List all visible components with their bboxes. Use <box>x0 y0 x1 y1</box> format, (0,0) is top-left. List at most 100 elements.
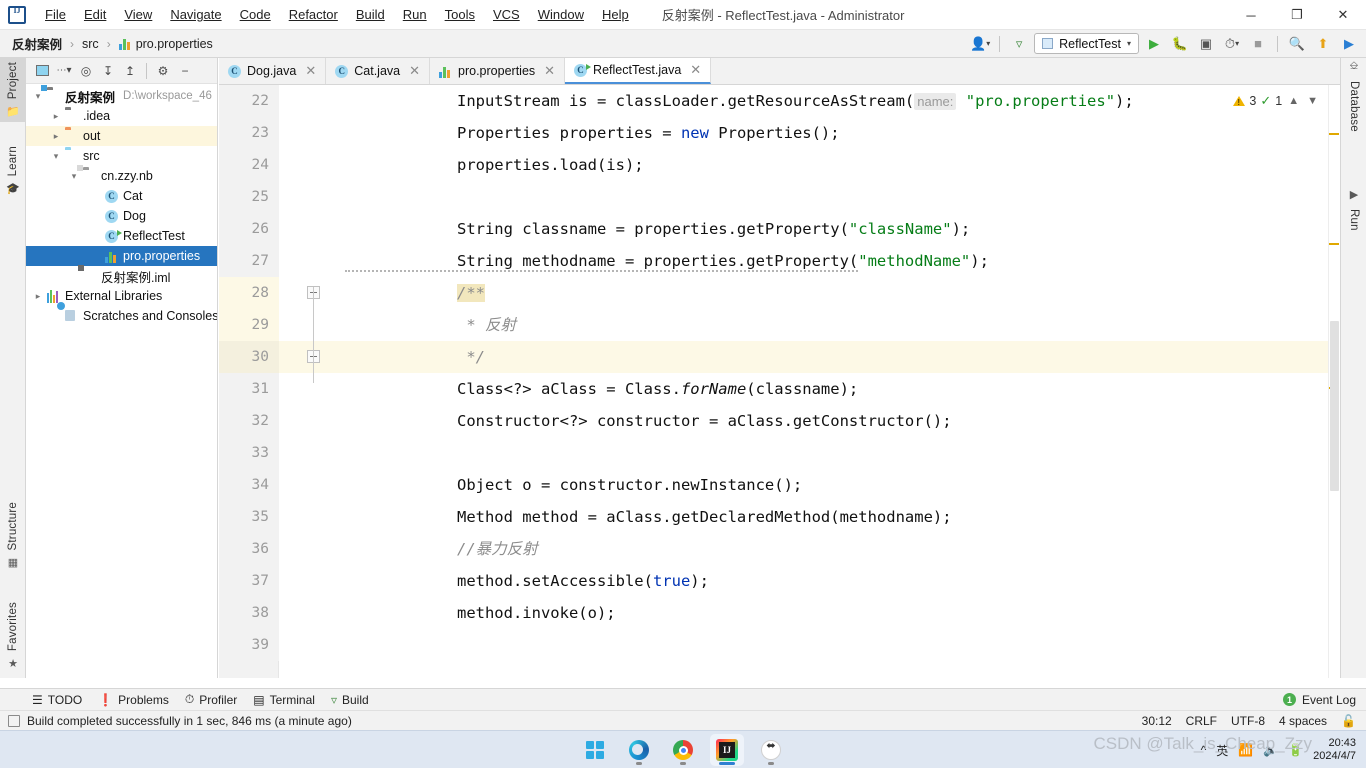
warning-marker[interactable] <box>1329 133 1339 135</box>
menu-navigate[interactable]: Navigate <box>161 3 230 26</box>
chevron-right-icon[interactable]: ▸ <box>50 131 62 142</box>
settings-gear-icon[interactable]: ⚙ <box>153 61 173 81</box>
menu-edit[interactable]: Edit <box>75 3 115 26</box>
close-icon[interactable]: ✕ <box>305 63 316 79</box>
code-line[interactable]: 37 method.setAccessible(true); <box>219 565 1340 597</box>
file-encoding[interactable]: UTF-8 <box>1231 714 1265 728</box>
tab-pro-properties[interactable]: pro.properties ✕ <box>430 58 566 84</box>
intellij-idea-icon[interactable] <box>710 734 744 766</box>
chevron-up-tray-icon[interactable]: ^ <box>1201 743 1207 757</box>
close-icon[interactable]: ✕ <box>544 63 555 79</box>
menu-refactor[interactable]: Refactor <box>280 3 347 26</box>
breadcrumb-file[interactable]: pro.properties <box>115 35 217 53</box>
sidebar-item-database[interactable]: ⎒ Database <box>1341 58 1366 136</box>
status-message-area[interactable]: Build completed successfully in 1 sec, 8… <box>8 714 352 728</box>
code-line[interactable]: 31 Class<?> aClass = Class.forName(class… <box>219 373 1340 405</box>
tab-dog-java[interactable]: C Dog.java ✕ <box>219 58 327 84</box>
code-line[interactable]: 22 InputStream is = classLoader.getResou… <box>219 85 1340 117</box>
sidebar-item-favorites[interactable]: Favorites ★ <box>0 598 26 674</box>
wifi-icon[interactable]: 📶 <box>1238 743 1253 757</box>
menu-run[interactable]: Run <box>394 3 436 26</box>
chevron-down-icon[interactable]: ▼ <box>1305 95 1320 107</box>
collapse-all-icon[interactable]: ↥ <box>120 61 140 81</box>
debug-icon[interactable]: 🐛 <box>1169 33 1191 55</box>
tool-window-todo[interactable]: ☰ TODO <box>32 693 82 707</box>
warning-marker[interactable] <box>1329 243 1339 245</box>
run-with-coverage-icon[interactable]: ▣ <box>1195 33 1217 55</box>
editor-scrollbar-thumb[interactable] <box>1330 321 1339 491</box>
tree-node-reflecttest[interactable]: ▸ C ReflectTest <box>26 226 217 246</box>
menu-build[interactable]: Build <box>347 3 394 26</box>
fold-marker[interactable] <box>307 350 322 365</box>
menu-file[interactable]: File <box>36 3 75 26</box>
network-tool-icon[interactable] <box>754 734 788 766</box>
tab-cat-java[interactable]: C Cat.java ✕ <box>326 58 431 84</box>
menu-vcs[interactable]: VCS <box>484 3 529 26</box>
inspection-widget[interactable]: 3 ✓ 1 ▲ ▼ <box>1229 91 1324 111</box>
sidebar-item-learn[interactable]: Learn 🎓 <box>0 142 26 199</box>
start-windows-icon[interactable] <box>578 734 612 766</box>
code-line[interactable]: 23 Properties properties = new Propertie… <box>219 117 1340 149</box>
code-line-current[interactable]: 30 */ <box>219 341 1340 373</box>
tree-node-package[interactable]: ▾ cn.zzy.nb <box>26 164 217 186</box>
tree-node-cat[interactable]: ▸ C Cat <box>26 186 217 206</box>
unlocked-padlock-icon[interactable]: 🔓 <box>1341 714 1356 728</box>
run-configuration-selector[interactable]: ReflectTest ▾ <box>1034 33 1139 54</box>
stop-icon[interactable]: ■ <box>1247 33 1269 55</box>
sidebar-item-structure[interactable]: Structure ▦ <box>0 498 26 573</box>
close-icon[interactable]: ✕ <box>409 63 420 79</box>
chevron-down-icon[interactable]: ▾ <box>68 171 80 182</box>
code-line[interactable]: 39 <box>219 629 1340 661</box>
tree-node-project-root[interactable]: ▾ 反射案例 D:\workspace_46 <box>26 84 217 106</box>
code-line[interactable]: 25 <box>219 181 1340 213</box>
battery-icon[interactable]: 🔋 <box>1288 743 1303 757</box>
tree-node-dog[interactable]: ▸ C Dog <box>26 206 217 226</box>
project-view-dropdown-caret[interactable]: ⋯▾ <box>54 61 74 81</box>
chevron-right-icon[interactable]: ▸ <box>50 111 62 122</box>
run-anything-icon[interactable]: ▶ <box>1338 33 1360 55</box>
tree-node-src[interactable]: ▾ src <box>26 146 217 166</box>
maximize-button[interactable]: ❐ <box>1274 0 1320 30</box>
volume-icon[interactable]: 🔈 <box>1263 743 1278 757</box>
close-icon[interactable]: ✕ <box>690 62 701 78</box>
search-everywhere-icon[interactable]: 🔍 <box>1286 33 1308 55</box>
code-line[interactable]: 34 Object o = constructor.newInstance(); <box>219 469 1340 501</box>
tool-window-terminal[interactable]: ▤ Terminal <box>253 693 315 707</box>
tree-node-scratches[interactable]: ▸ Scratches and Consoles <box>26 306 217 326</box>
project-view-selector[interactable] <box>32 61 52 81</box>
locate-target-icon[interactable]: ◎ <box>76 61 96 81</box>
chevron-down-icon[interactable]: ▾ <box>32 91 44 102</box>
breadcrumb-project[interactable]: 反射案例 <box>8 32 66 55</box>
code-line[interactable]: 38 method.invoke(o); <box>219 597 1340 629</box>
code-line[interactable]: 35 Method method = aClass.getDeclaredMet… <box>219 501 1340 533</box>
code-line[interactable]: 29 * 反射 <box>219 309 1340 341</box>
microsoft-edge-icon[interactable] <box>622 734 656 766</box>
line-separator[interactable]: CRLF <box>1186 714 1217 728</box>
code-line[interactable]: 27 String methodname = properties.getPro… <box>219 245 1340 277</box>
tool-window-problems[interactable]: ❗ Problems <box>98 693 169 707</box>
tree-node-idea[interactable]: ▸ .idea <box>26 106 217 126</box>
fold-marker[interactable] <box>307 286 322 301</box>
ime-chinese-icon[interactable]: 英 <box>1216 742 1228 759</box>
chevron-down-icon[interactable]: ▾ <box>50 151 62 162</box>
tree-node-external-libraries[interactable]: ▸ External Libraries <box>26 286 217 306</box>
code-line[interactable]: 36 //暴力反射 <box>219 533 1340 565</box>
menu-view[interactable]: View <box>115 3 161 26</box>
chevron-up-icon[interactable]: ▲ <box>1286 95 1301 107</box>
taskbar-clock[interactable]: 20:43 2024/4/7 <box>1313 737 1356 763</box>
tool-window-profiler[interactable]: ⏱ Profiler <box>185 692 237 707</box>
user-dropdown-icon[interactable]: 👤 ▾ <box>969 33 991 55</box>
menu-tools[interactable]: Tools <box>436 3 484 26</box>
event-log-area[interactable]: 1 Event Log <box>1282 693 1366 707</box>
tree-node-out[interactable]: ▸ out <box>26 126 217 146</box>
sidebar-item-run[interactable]: ▶ Run <box>1341 186 1366 235</box>
breadcrumb-src[interactable]: src <box>78 35 103 53</box>
google-chrome-icon[interactable] <box>666 734 700 766</box>
close-button[interactable]: ✕ <box>1320 0 1366 30</box>
sidebar-item-project[interactable]: Project 📁 <box>0 58 26 123</box>
code-line[interactable]: 33 <box>219 437 1340 469</box>
code-line[interactable]: 26 String classname = properties.getProp… <box>219 213 1340 245</box>
editor-marker-bar[interactable] <box>1328 85 1340 678</box>
expand-all-icon[interactable]: ↧ <box>98 61 118 81</box>
menu-code[interactable]: Code <box>231 3 280 26</box>
